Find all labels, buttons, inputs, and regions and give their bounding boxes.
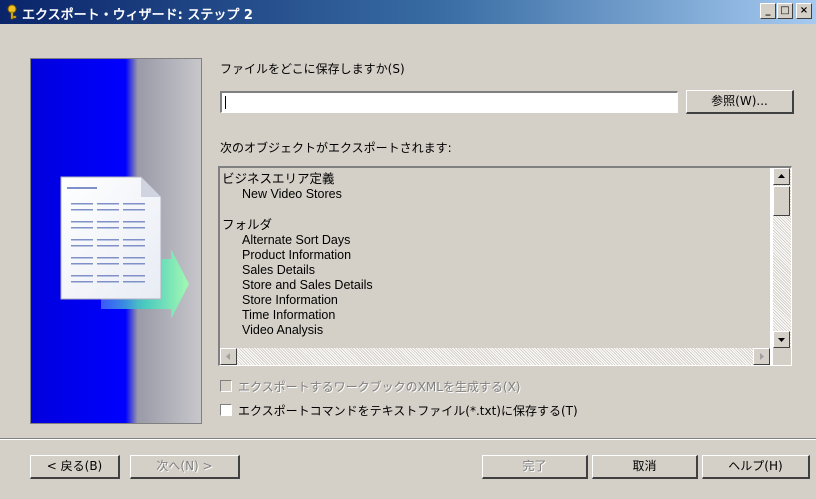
- list-item: Video Analysis: [242, 323, 324, 337]
- scroll-up-button[interactable]: [773, 168, 790, 185]
- list-item: Product Information: [242, 248, 352, 262]
- text-caret: [225, 96, 226, 109]
- group-heading: フォルダ: [222, 218, 273, 232]
- next-button[interactable]: 次へ(N) >: [130, 455, 240, 479]
- scroll-down-button[interactable]: [773, 331, 790, 348]
- scroll-right-button[interactable]: [753, 348, 770, 365]
- objects-list-content: ビジネスエリア定義 New Video Stores フォルダ Alternat…: [220, 168, 770, 348]
- finish-button[interactable]: 完了: [482, 455, 588, 479]
- window-title: エクスポート・ウィザード: ステップ 2: [22, 8, 253, 23]
- save-path-input[interactable]: [220, 91, 678, 113]
- horizontal-scrollbar[interactable]: [220, 348, 770, 365]
- objects-label: 次のオブジェクトがエクスポートされます:: [220, 141, 452, 155]
- close-button[interactable]: ×: [796, 3, 812, 19]
- help-button[interactable]: ヘルプ(H): [702, 455, 810, 479]
- wizard-key-icon: [7, 4, 17, 20]
- list-item: Store Information: [242, 293, 338, 307]
- list-item: New Video Stores: [242, 187, 342, 201]
- maximize-button[interactable]: □: [777, 3, 793, 19]
- xml-checkbox[interactable]: [220, 380, 232, 392]
- minimize-button[interactable]: _: [760, 3, 776, 19]
- back-button[interactable]: < 戻る(B): [30, 455, 120, 479]
- wizard-banner-image: [30, 58, 202, 424]
- arrow-right-icon: [760, 353, 764, 360]
- arrow-left-icon: [226, 353, 230, 360]
- xml-checkbox-label: エクスポートするワークブックのXMLを生成する(X): [238, 380, 521, 394]
- title-bar[interactable]: エクスポート・ウィザード: ステップ 2 _ □ ×: [0, 0, 816, 24]
- document-icon: [60, 176, 162, 300]
- scroll-corner: [773, 348, 791, 365]
- list-item: Store and Sales Details: [242, 278, 373, 292]
- scroll-left-button[interactable]: [220, 348, 237, 365]
- browse-button[interactable]: 参照(W)...: [686, 90, 794, 114]
- vertical-scroll-thumb[interactable]: [773, 186, 790, 216]
- save-location-label: ファイルをどこに保存しますか(S): [220, 62, 405, 76]
- arrow-up-icon: [778, 174, 785, 178]
- group-heading: ビジネスエリア定義: [222, 172, 335, 186]
- footer-separator: [0, 438, 816, 440]
- list-item: Sales Details: [242, 263, 315, 277]
- list-item: Time Information: [242, 308, 336, 322]
- cancel-button[interactable]: 取消: [592, 455, 698, 479]
- list-item: Alternate Sort Days: [242, 233, 351, 247]
- vertical-scrollbar[interactable]: [773, 168, 791, 348]
- save-commands-checkbox-label[interactable]: エクスポートコマンドをテキストファイル(*.txt)に保存する(T): [238, 402, 578, 419]
- save-commands-checkbox[interactable]: [220, 404, 232, 416]
- arrow-down-icon: [778, 338, 785, 342]
- objects-listbox[interactable]: ビジネスエリア定義 New Video Stores フォルダ Alternat…: [218, 166, 792, 366]
